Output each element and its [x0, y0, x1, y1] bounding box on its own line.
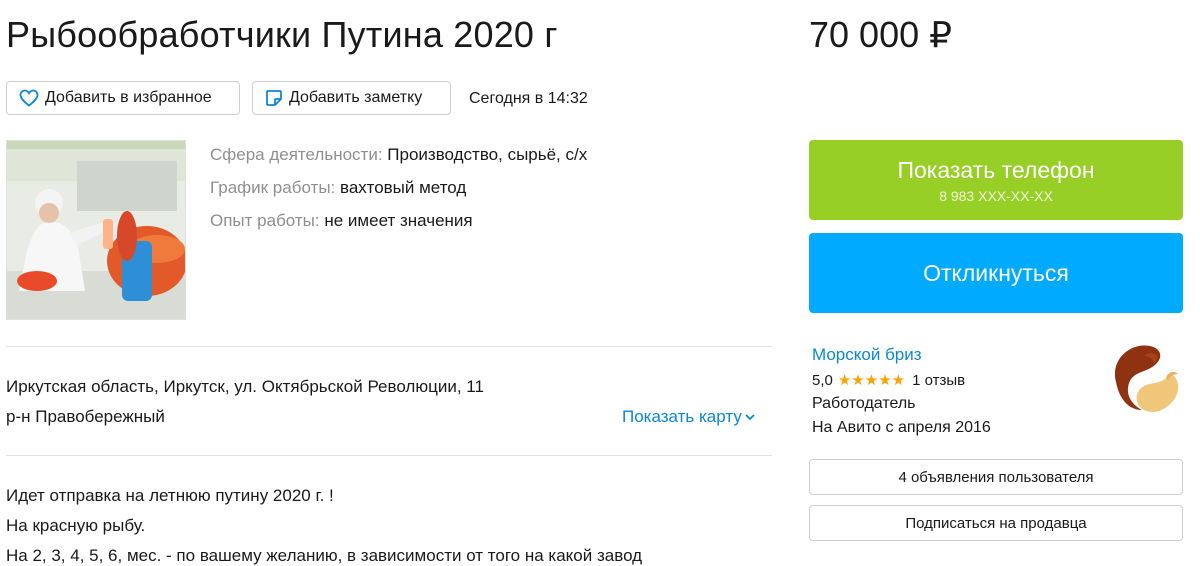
- seller-name-link[interactable]: Морской бриз: [812, 345, 922, 365]
- add-note-label: Добавить заметку: [289, 89, 423, 106]
- publish-date: Сегодня в 14:32: [469, 90, 588, 107]
- param-experience: Опыт работы: не имеет значения: [210, 211, 473, 231]
- chevron-down-icon: [745, 414, 755, 421]
- description-line: На красную рыбу.: [6, 516, 146, 535]
- rating-value: 5,0: [812, 371, 833, 389]
- listing-title: Рыбообработчики Путина 2020 г: [6, 14, 558, 55]
- add-to-favorites-button[interactable]: Добавить в избранное: [6, 81, 240, 115]
- seller-logo[interactable]: [1108, 340, 1184, 416]
- reviews-link[interactable]: 1 отзыв: [912, 372, 965, 389]
- param-experience-value: не имеет значения: [324, 211, 473, 230]
- seller-listings-button[interactable]: 4 объявления пользователя: [809, 459, 1183, 495]
- description-line: Идет отправка на летнюю путину 2020 г. !: [6, 486, 334, 505]
- listing-price: 70 000 ₽: [809, 14, 953, 55]
- seller-since: На Авито с апреля 2016: [812, 419, 991, 436]
- param-sphere: Сфера деятельности: Производство, сырьё,…: [210, 145, 587, 165]
- star-icon: ★★★★★: [837, 372, 906, 389]
- param-schedule: График работы: вахтовый метод: [210, 178, 466, 198]
- add-note-button[interactable]: Добавить заметку: [252, 81, 451, 115]
- note-icon: [266, 90, 282, 106]
- param-schedule-value: вахтовый метод: [340, 178, 467, 197]
- seller-type: Работодатель: [812, 395, 916, 412]
- show-map-label: Показать карту: [622, 407, 742, 426]
- listing-photo-image: [7, 141, 185, 319]
- show-phone-button[interactable]: Показать телефон 8 983 XXX-XX-XX: [809, 140, 1183, 220]
- listing-photo[interactable]: [6, 140, 186, 320]
- show-map-link[interactable]: Показать карту: [622, 407, 755, 427]
- subscribe-seller-button[interactable]: Подписаться на продавца: [809, 505, 1183, 541]
- district: р-н Правобережный: [6, 407, 165, 426]
- description-line: На 2, 3, 4, 5, 6, мес. - по вашему желан…: [6, 546, 643, 565]
- address: Иркутская область, Иркутск, ул. Октябрьс…: [6, 377, 484, 396]
- show-phone-label: Показать телефон: [897, 156, 1095, 183]
- param-sphere-label: Сфера деятельности:: [210, 145, 383, 164]
- divider: [6, 455, 772, 456]
- param-schedule-label: График работы:: [210, 178, 336, 197]
- masked-phone-number: 8 983 XXX-XX-XX: [939, 187, 1053, 204]
- add-to-favorites-label: Добавить в избранное: [45, 89, 212, 106]
- reply-button[interactable]: Откликнуться: [809, 233, 1183, 313]
- param-experience-label: Опыт работы:: [210, 211, 320, 230]
- heart-icon: [19, 89, 39, 107]
- divider: [6, 346, 772, 347]
- seller-rating: 5,0 ★★★★★ 1 отзыв: [812, 371, 965, 390]
- param-sphere-value: Производство, сырьё, с/х: [387, 145, 588, 164]
